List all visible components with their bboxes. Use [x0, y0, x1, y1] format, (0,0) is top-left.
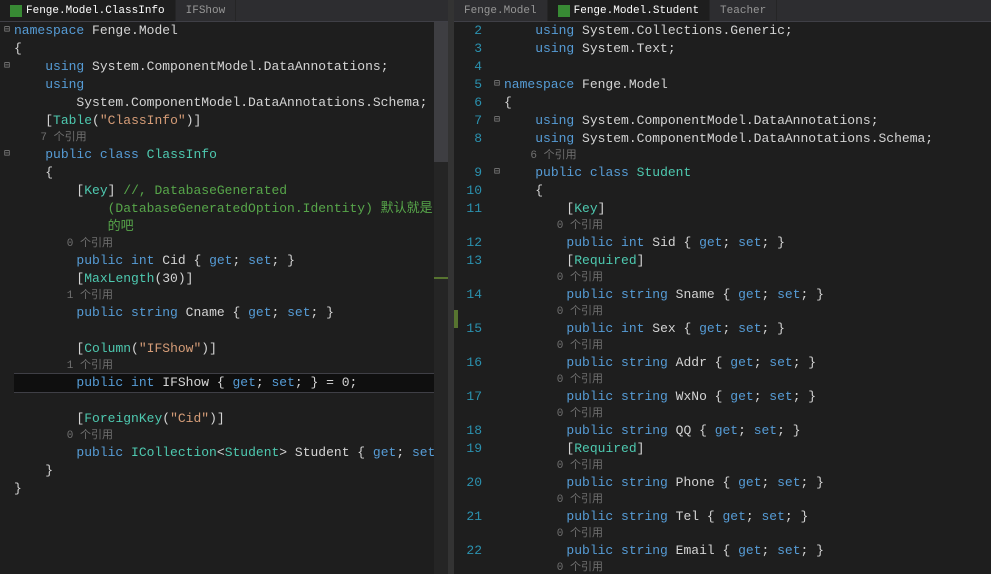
breadcrumb-bar: Fenge.Model Fenge.Model.Student Teacher — [454, 0, 991, 22]
cs-icon — [558, 5, 570, 17]
breadcrumb-member[interactable]: Teacher — [710, 0, 777, 21]
fold-gutter[interactable]: ⊟⊟⊟ — [490, 22, 504, 574]
change-mark — [434, 277, 448, 279]
code-lines[interactable]: namespace Fenge.Model{ using System.Comp… — [14, 22, 448, 574]
left-editor-pane: Fenge.Model.ClassInfo IFShow ⊟⊟⊟ namespa… — [0, 0, 448, 574]
scroll-thumb[interactable] — [434, 22, 448, 162]
breadcrumb-class[interactable]: Fenge.Model.Student — [548, 0, 710, 21]
breadcrumb-ns[interactable]: Fenge.Model — [454, 0, 548, 21]
fold-gutter[interactable]: ⊟⊟⊟ — [0, 22, 14, 574]
breadcrumb-class[interactable]: Fenge.Model.ClassInfo — [0, 0, 176, 21]
breadcrumb-member[interactable]: IFShow — [176, 0, 237, 21]
code-lines[interactable]: using System.Collections.Generic; using … — [504, 22, 991, 574]
line-number-gutter[interactable]: 2345678910111213141516171819202122 — [454, 22, 490, 574]
breadcrumb-bar: Fenge.Model.ClassInfo IFShow — [0, 0, 448, 22]
scroll-map[interactable] — [434, 22, 448, 574]
right-editor-pane: Fenge.Model Fenge.Model.Student Teacher … — [454, 0, 991, 574]
code-area-left[interactable]: ⊟⊟⊟ namespace Fenge.Model{ using System.… — [0, 22, 448, 574]
cs-icon — [10, 5, 22, 17]
code-area-right[interactable]: 2345678910111213141516171819202122 ⊟⊟⊟ u… — [454, 22, 991, 574]
